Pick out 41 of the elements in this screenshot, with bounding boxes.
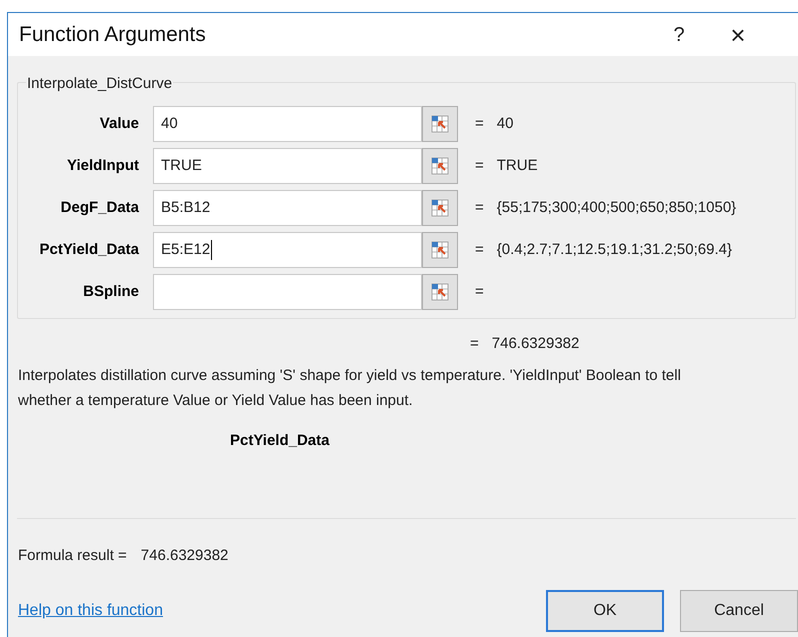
dialog-button[interactable]: OK [546, 590, 664, 632]
argument-label: DegF_Data [60, 198, 139, 218]
equals-sign: = [475, 282, 484, 302]
argument-field[interactable]: 40 [153, 106, 422, 142]
collapse-dialog-button[interactable] [422, 148, 458, 184]
argument-field[interactable]: B5:B12 [153, 190, 422, 226]
formula-result-value: 746.6329382 [140, 546, 228, 566]
function-result: 746.6329382 [492, 334, 580, 354]
argument-field[interactable]: E5:E12 [153, 232, 422, 268]
range-picker-icon [430, 156, 450, 176]
formula-result-label: Formula result = [18, 546, 127, 566]
range-picker-icon [430, 282, 450, 302]
close-button[interactable]: × [718, 22, 758, 48]
equals-sign: = [475, 114, 484, 134]
argument-result: {55;175;300;400;500;650;850;1050} [496, 198, 736, 218]
equals-sign: = [475, 240, 484, 260]
window-title: Function Arguments [19, 22, 206, 48]
help-button[interactable]: ? [664, 20, 694, 50]
equals-sign: = [470, 334, 479, 354]
argument-label: YieldInput [66, 156, 139, 176]
range-picker-icon [430, 240, 450, 260]
argument-label: Value [98, 114, 139, 134]
range-picker-icon [430, 114, 450, 134]
argument-field[interactable]: TRUE [153, 148, 422, 184]
argument-label: PctYield_Data [38, 240, 139, 260]
argument-result: TRUE [496, 156, 538, 176]
argument-field[interactable] [153, 274, 422, 310]
argument-result: {0.4;2.7;7.1;12.5;19.1;31.2;50;69.4} [496, 240, 732, 260]
collapse-dialog-button[interactable] [422, 274, 458, 310]
dialog-button[interactable]: Cancel [680, 590, 798, 632]
equals-sign: = [475, 156, 484, 176]
help-link[interactable]: Help on this function [18, 598, 546, 622]
collapse-dialog-button[interactable] [422, 232, 458, 268]
equals-sign: = [475, 198, 484, 218]
current-argument-name: PctYield_Data [230, 430, 330, 450]
range-picker-icon [430, 198, 450, 218]
argument-label: BSpline [82, 282, 139, 302]
collapse-dialog-button[interactable] [422, 106, 458, 142]
collapse-dialog-button[interactable] [422, 190, 458, 226]
function-description: Interpolates distillation curve assuming 'S' shape for yield vs temperature. 'YieldInput' Boolean to tell whether a temperature Value or Yield Value has been input. [18, 366, 682, 410]
argument-result: 40 [496, 114, 514, 134]
